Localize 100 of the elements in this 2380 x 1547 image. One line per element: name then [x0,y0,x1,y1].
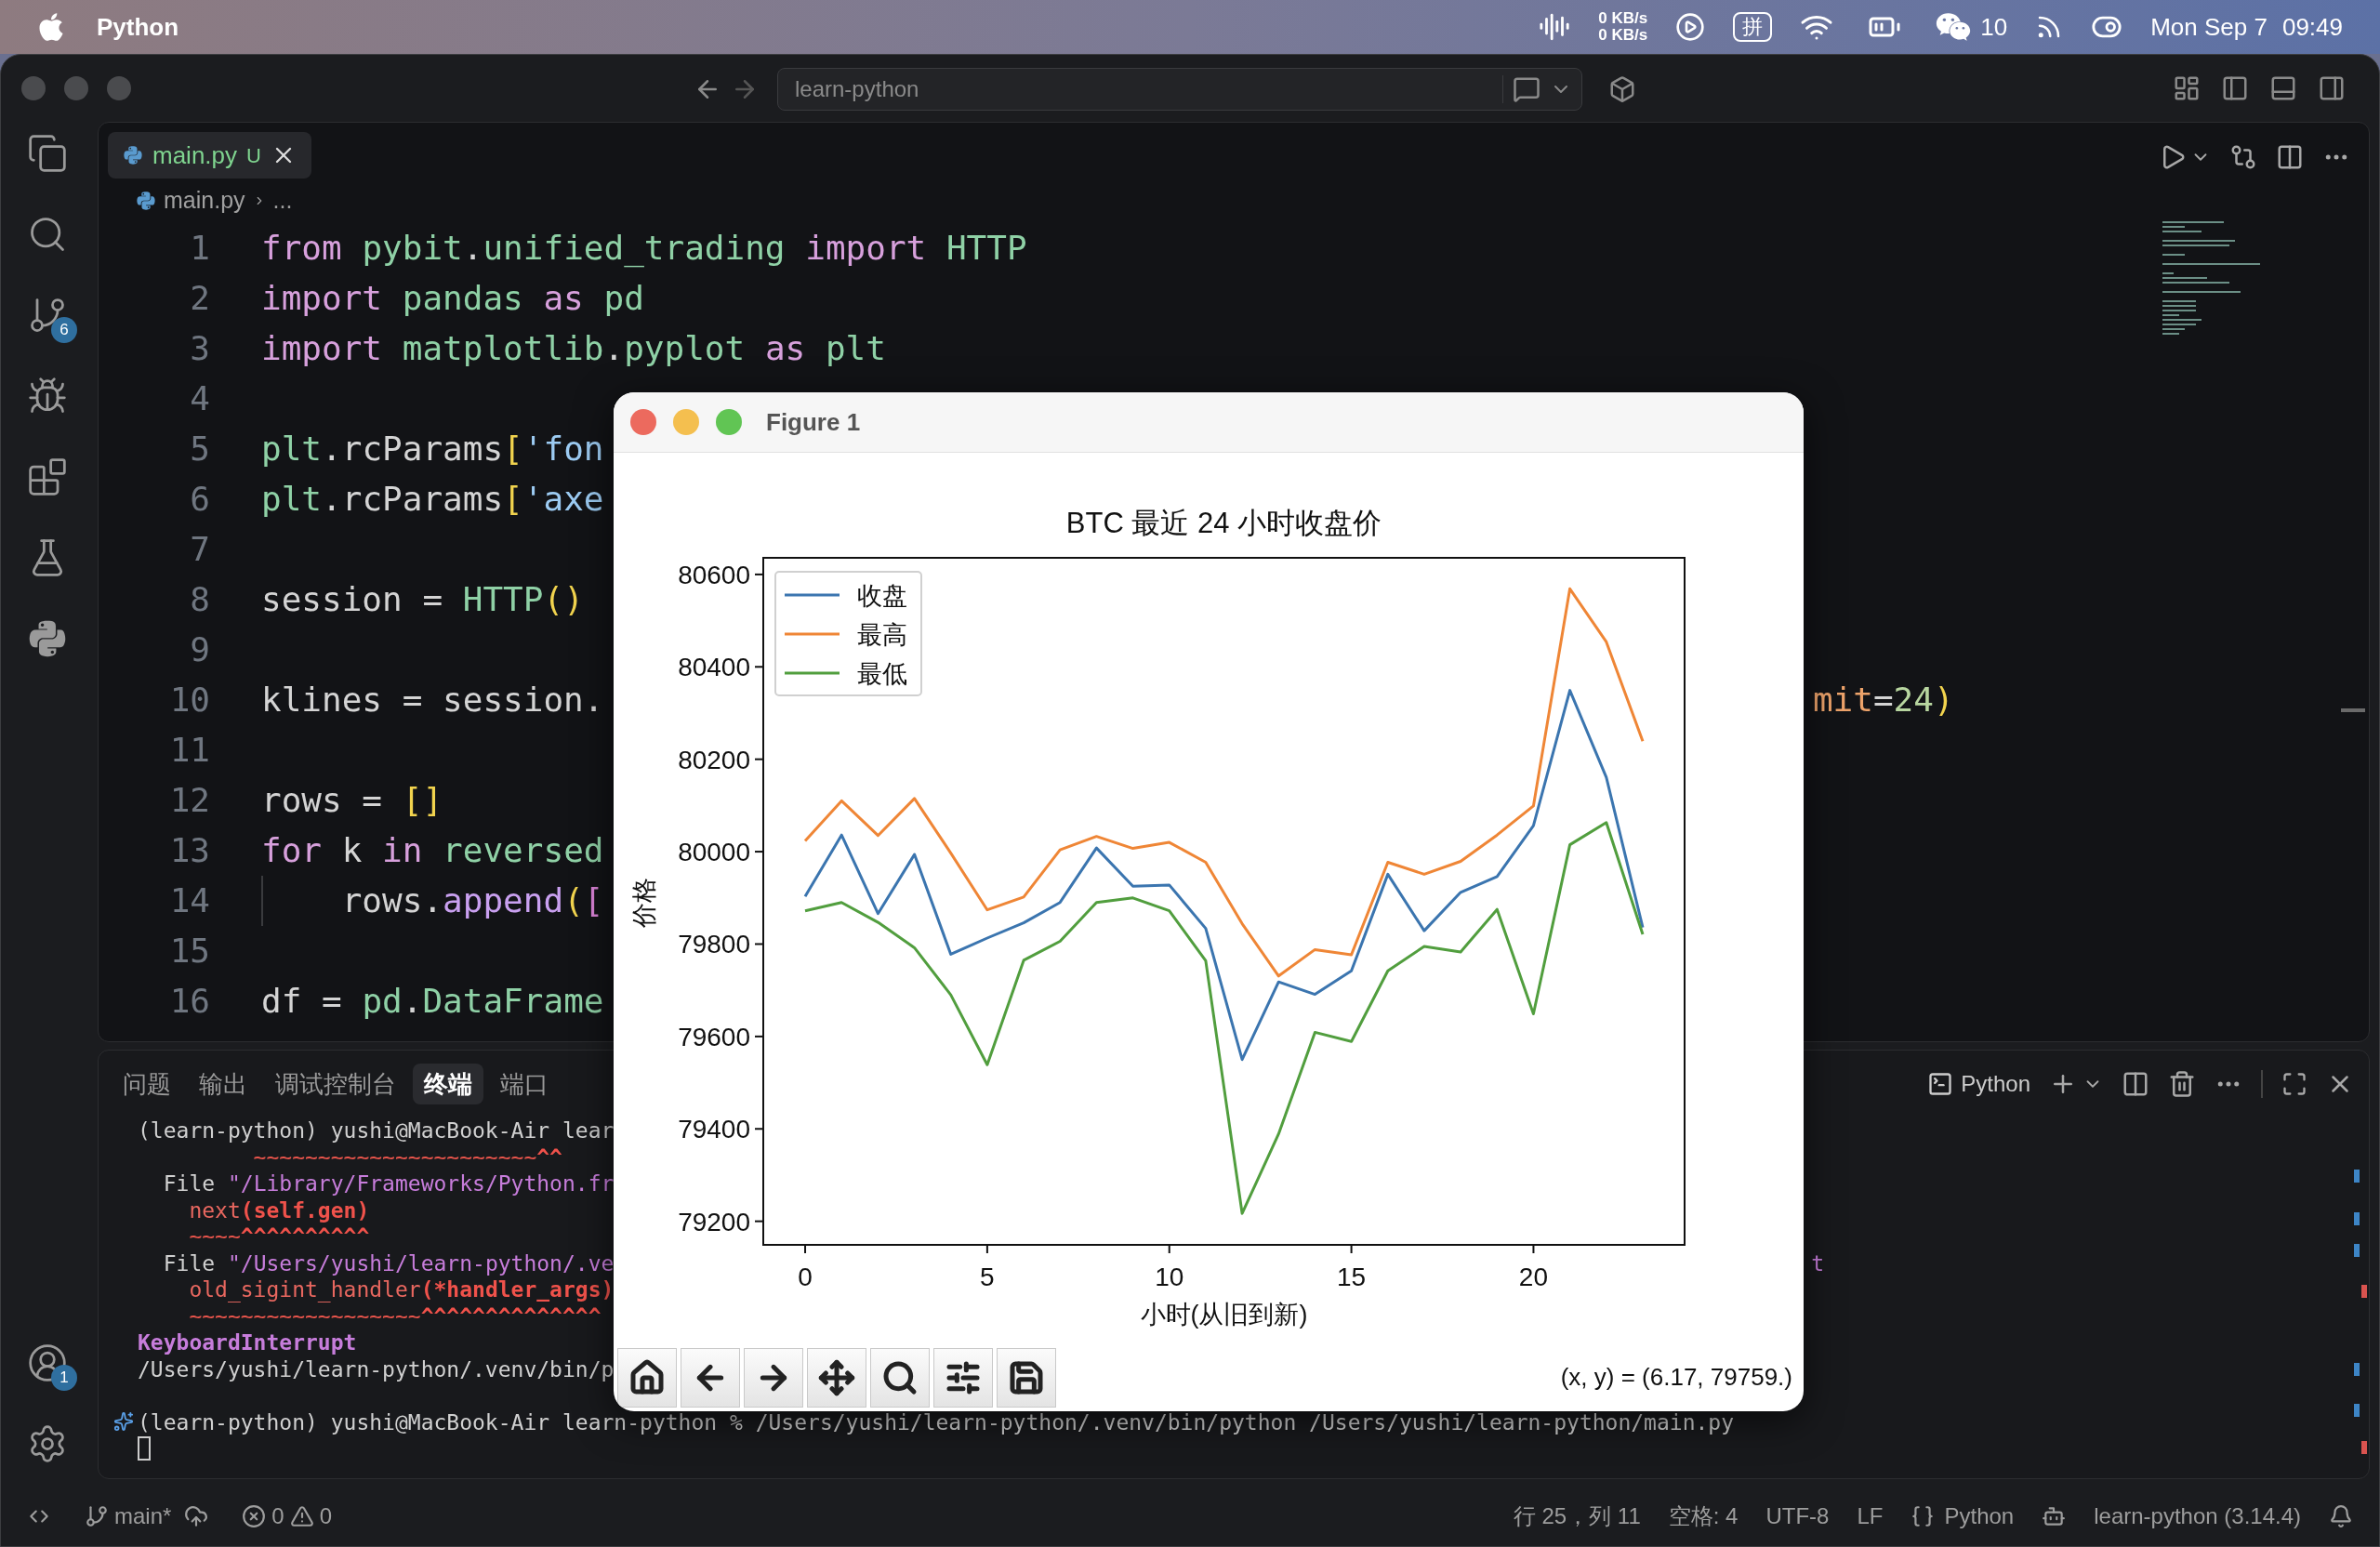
maximize-icon[interactable] [2281,1071,2307,1097]
split-terminal-icon[interactable] [2122,1070,2149,1098]
toolbar-button[interactable] [997,1347,1056,1408]
terminal-line: File "/Users/yushi/learn-python/.ve [162,1250,615,1276]
scrollbar-marker [2361,1441,2367,1454]
toolbar-button[interactable] [617,1347,677,1408]
scrollbar-marker [2361,1285,2367,1298]
toolbar-button[interactable] [870,1347,930,1408]
command-center-field[interactable]: learn-python [777,68,1582,111]
indentation[interactable]: 空格: 4 [1668,1500,1739,1533]
window-title: Figure 1 [766,406,861,438]
tick-mark [754,1035,764,1038]
editor-tab[interactable]: main.py U [108,132,311,178]
toolbar-button[interactable] [933,1347,993,1408]
code-line: rows.append([ [340,881,604,919]
branch-icon[interactable] [85,1504,109,1528]
tick-label: 80600 [678,560,750,589]
toolbar-button[interactable] [681,1347,740,1408]
tick-label: 79600 [678,1022,750,1051]
chat-bubbles-icon[interactable] [1936,11,1972,43]
scrollbar-marker [2354,1363,2360,1376]
language-mode[interactable]: Python [1944,1500,2015,1533]
line-number: 10 [168,680,210,721]
compare-icon[interactable] [2229,143,2257,171]
chat-icon[interactable] [1513,75,1540,103]
warning-count[interactable]: 0 [319,1500,333,1533]
cursor-coordinates: (x, y) = (6.17, 79759.) [1560,1362,1792,1393]
tick-mark [1532,1244,1535,1254]
explorer-icon[interactable] [27,133,68,174]
terminal-line: ~~~~~~~~~~~~~~~~~~^^^^^^^^^^^^^^ [188,1302,602,1329]
axis-label: 价格 [630,878,658,928]
line-number: 1 [189,228,210,269]
cube-icon[interactable] [1608,75,1636,103]
toolbar-button[interactable] [744,1347,803,1408]
trash-icon[interactable] [2168,1070,2196,1098]
panel-bottom-icon[interactable] [2269,74,2297,102]
input-method-indicator[interactable]: 拼 [1733,12,1773,42]
panel-tab[interactable]: 输出 [188,1064,258,1104]
line-ending[interactable]: LF [1857,1500,1884,1533]
move-icon [818,1358,855,1396]
tick-mark [1350,1244,1353,1254]
line-number: 11 [168,730,210,771]
close-window-button[interactable] [630,409,656,435]
breadcrumb-item[interactable]: ... [272,183,293,218]
panel-tab[interactable]: 调试控制台 [264,1064,407,1104]
code-line: for k in reversed [261,831,604,869]
terminal-selector[interactable]: Python [1927,1067,2030,1101]
code-line: import matplotlib.pyplot as plt [261,329,886,367]
panel-tab[interactable]: 终端 [413,1064,483,1104]
line-number: 13 [168,830,210,871]
branch-name[interactable]: main* [114,1500,172,1533]
tick-label: 80200 [678,745,750,774]
error-icon[interactable] [242,1504,267,1528]
python-file-icon [123,145,143,165]
extensions-icon[interactable] [27,456,68,497]
toolbar-button[interactable] [807,1347,866,1408]
tick-label: 80400 [678,653,750,682]
panel-left-icon[interactable] [2221,74,2249,102]
panel-tab[interactable]: 端口 [489,1064,560,1104]
apple-logo-icon[interactable] [37,11,65,43]
line-number: 16 [168,981,210,1022]
encoding[interactable]: UTF-8 [1765,1500,1830,1533]
panel-right-icon[interactable] [2318,74,2346,102]
breadcrumb-item[interactable]: main.py [164,183,245,218]
line-number: 7 [189,529,210,570]
robot-icon[interactable] [2042,1504,2067,1528]
menu-bar-date[interactable]: Mon Sep 7 [2150,8,2268,46]
tick-mark [754,1128,764,1130]
cursor-position[interactable]: 行 25，列 11 [1513,1500,1641,1533]
sparkle-icon [113,1410,134,1432]
split-editor-icon[interactable] [2276,143,2304,171]
panel-tab[interactable]: 问题 [112,1064,182,1104]
tick-label: 79200 [678,1207,750,1236]
code-line: df = pd.DataFrame [261,982,604,1020]
tick-mark [754,851,764,853]
legend-label: 收盘 [857,582,907,610]
tick-label: 20 [1518,1263,1548,1291]
layout-icon[interactable] [2173,74,2201,102]
python-icon[interactable] [27,618,68,659]
interpreter[interactable]: learn-python (3.14.4) [2094,1500,2301,1533]
menu-bar-time[interactable]: 09:49 [2281,8,2343,46]
tick-label: 15 [1337,1263,1367,1291]
play-circle-icon[interactable] [1675,12,1706,42]
line-number: 3 [189,328,210,369]
tick-mark [754,943,764,945]
legend-label: 最高 [857,621,907,649]
tick-mark [754,573,764,575]
app-name[interactable]: Python [97,8,179,46]
terminal-line: ~~~~~~~~~~~~~~~~~~~~~~^^ [252,1144,562,1170]
scrollbar-thumb[interactable] [2341,708,2365,712]
bell-icon[interactable] [2329,1504,2353,1528]
code-line: session = HTTP() [261,580,584,618]
braces-icon[interactable] [1911,1504,1936,1528]
cloud-upload-icon[interactable] [184,1504,209,1528]
audio-levels-icon[interactable] [1539,11,1571,43]
tick-mark [1168,1244,1170,1254]
line-number: 8 [189,579,210,620]
tick-mark [804,1244,807,1254]
error-count[interactable]: 0 [271,1500,284,1533]
warning-icon[interactable] [289,1504,314,1528]
